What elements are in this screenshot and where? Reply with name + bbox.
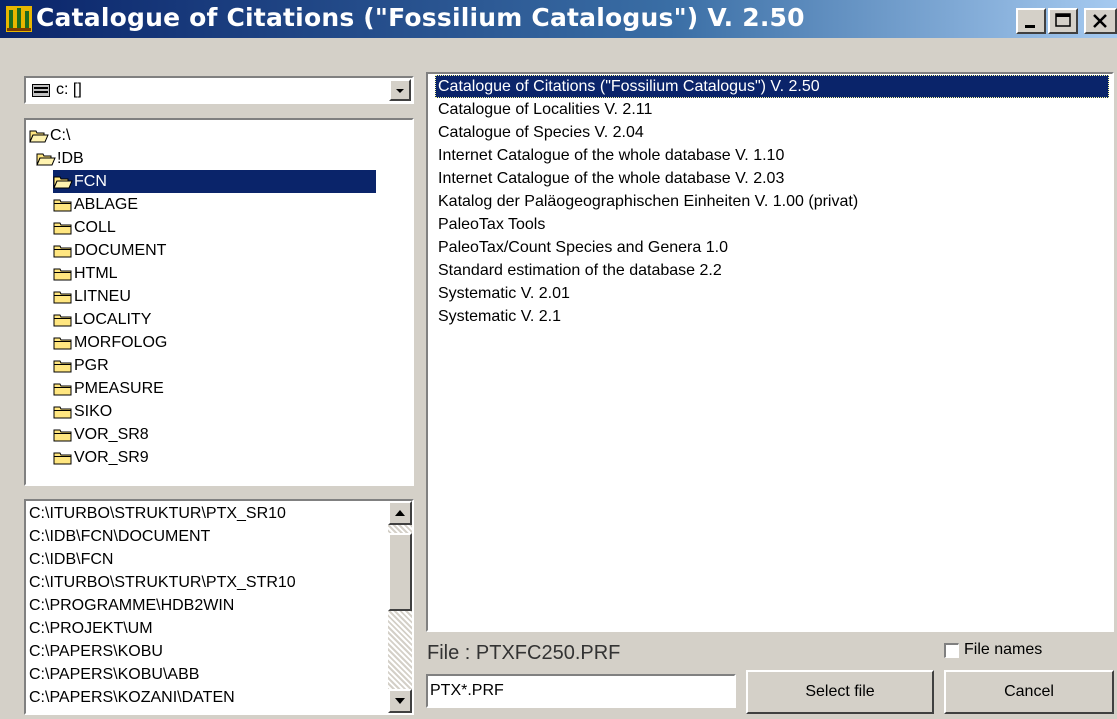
directory-item[interactable]: !DB: [36, 147, 376, 170]
folder-icon: [53, 337, 72, 350]
directory-item[interactable]: PGR: [53, 354, 376, 377]
directory-item-label: FCN: [74, 173, 107, 190]
minimize-button[interactable]: [1016, 8, 1046, 34]
program-item[interactable]: Catalogue of Citations ("Fossilium Catal…: [435, 75, 1109, 98]
checkbox-box[interactable]: [944, 643, 959, 658]
folder-icon: [53, 406, 72, 419]
title-bar[interactable]: Catalogue of Citations ("Fossilium Catal…: [0, 0, 1117, 38]
directory-item[interactable]: HTML: [53, 262, 376, 285]
folder-icon: [53, 199, 72, 212]
directory-item-label: VOR_SR9: [74, 449, 149, 466]
recent-path-item[interactable]: C:\IDB\FCN\DOCUMENT: [29, 526, 210, 548]
app-logo-icon: [6, 6, 32, 32]
program-item[interactable]: Catalogue of Localities V. 2.11: [435, 98, 655, 121]
open-folder-icon: [29, 130, 49, 143]
recent-path-item[interactable]: C:\ITURBO\STRUKTUR\PTX_STR10: [29, 572, 296, 594]
chevron-down-icon: [396, 89, 404, 93]
file-filter-field[interactable]: [426, 674, 736, 708]
arrow-up-icon: [395, 510, 405, 516]
close-button[interactable]: [1084, 8, 1117, 34]
directory-item[interactable]: DOCUMENT: [53, 239, 376, 262]
directory-item[interactable]: LITNEU: [53, 285, 376, 308]
folder-icon: [53, 452, 72, 465]
recent-path-item[interactable]: C:\PAPERS\KOBU: [29, 641, 163, 663]
file-names-label: File names: [964, 641, 1043, 658]
program-item[interactable]: PaleoTax/Count Species and Genera 1.0: [435, 236, 731, 259]
directory-item-label: COLL: [74, 219, 116, 236]
folder-icon: [53, 222, 72, 235]
directory-item[interactable]: C:\: [29, 124, 376, 147]
program-item[interactable]: Internet Catalogue of the whole database…: [435, 167, 787, 190]
directory-item-label: LOCALITY: [74, 311, 152, 328]
scroll-down-button[interactable]: [388, 689, 412, 713]
recent-path-item[interactable]: C:\ITURBO\STRUKTUR\PTX_SR10: [29, 503, 286, 525]
recent-path-item[interactable]: C:\IDB\FCN: [29, 549, 113, 571]
program-item[interactable]: Standard estimation of the database 2.2: [435, 259, 725, 282]
scroll-up-button[interactable]: [388, 501, 412, 525]
arrow-down-icon: [395, 698, 405, 704]
folder-icon: [53, 245, 72, 258]
file-filter-input[interactable]: [430, 678, 730, 704]
folder-icon: [53, 291, 72, 304]
directory-item[interactable]: MORFOLOG: [53, 331, 376, 354]
program-item[interactable]: Systematic V. 2.01: [435, 282, 573, 305]
directory-item[interactable]: PMEASURE: [53, 377, 376, 400]
directory-item-label: VOR_SR8: [74, 426, 149, 443]
directory-item[interactable]: SIKO: [53, 400, 376, 423]
directory-item-label: ABLAGE: [74, 196, 139, 213]
drive-dropdown-button[interactable]: [389, 79, 411, 101]
recent-path-item[interactable]: C:\PROJEKT\UM: [29, 618, 153, 640]
directory-item-label: SIKO: [74, 403, 113, 420]
program-list[interactable]: Catalogue of Citations ("Fossilium Catal…: [426, 72, 1114, 632]
program-item[interactable]: Internet Catalogue of the whole database…: [435, 144, 787, 167]
select-file-button[interactable]: Select file: [746, 670, 934, 714]
recent-paths-scrollbar[interactable]: [388, 501, 412, 713]
drive-select[interactable]: c: []: [24, 76, 414, 104]
open-folder-icon: [36, 153, 56, 166]
recent-path-item[interactable]: C:\PROGRAMME\HDB2WIN: [29, 595, 234, 617]
program-item[interactable]: Systematic V. 2.1: [435, 305, 564, 328]
directory-item-label: PMEASURE: [74, 380, 164, 397]
maximize-icon: [1055, 13, 1071, 27]
folder-icon: [53, 429, 72, 442]
program-item[interactable]: Katalog der Paläogeographischen Einheite…: [435, 190, 861, 213]
directory-item-label: HTML: [74, 265, 118, 282]
folder-icon: [53, 360, 72, 373]
drive-value: c: []: [56, 81, 82, 98]
scroll-thumb[interactable]: [388, 533, 412, 611]
close-icon: [1093, 14, 1107, 28]
directory-item[interactable]: VOR_SR9: [53, 446, 376, 469]
directory-tree[interactable]: C:\ !DB FCN ABLAGE COLL DOCUMENT HTML LITNEU LOC…: [24, 118, 414, 486]
directory-item-label: !DB: [57, 150, 84, 167]
folder-icon: [53, 383, 72, 396]
window-title: Catalogue of Citations ("Fossilium Catal…: [36, 3, 805, 32]
maximize-button[interactable]: [1048, 8, 1078, 34]
directory-item[interactable]: LOCALITY: [53, 308, 376, 331]
directory-item-label: DOCUMENT: [74, 242, 167, 259]
directory-item[interactable]: VOR_SR8: [53, 423, 376, 446]
cancel-button[interactable]: Cancel: [944, 670, 1114, 714]
file-label: File : PTXFC250.PRF: [427, 642, 621, 664]
recent-path-item[interactable]: C:\PAPERS\KOZANI\DATEN: [29, 687, 235, 709]
directory-item-label: MORFOLOG: [74, 334, 168, 351]
directory-item-label: PGR: [74, 357, 109, 374]
directory-item[interactable]: FCN: [53, 170, 376, 193]
minimize-icon: [1025, 25, 1035, 28]
program-item[interactable]: Catalogue of Species V. 2.04: [435, 121, 647, 144]
folder-icon: [53, 314, 72, 327]
directory-item[interactable]: COLL: [53, 216, 376, 239]
directory-item[interactable]: ABLAGE: [53, 193, 376, 216]
directory-item-label: C:\: [50, 127, 71, 144]
program-item[interactable]: PaleoTax Tools: [435, 213, 548, 236]
drive-icon: [32, 84, 50, 97]
directory-item-label: LITNEU: [74, 288, 131, 305]
recent-paths-list[interactable]: C:\ITURBO\STRUKTUR\PTX_SR10 C:\IDB\FCN\DO…: [24, 499, 414, 715]
open-folder-icon: [53, 176, 73, 189]
folder-icon: [53, 268, 72, 281]
recent-path-item[interactable]: C:\PAPERS\KOBU\ABB: [29, 664, 199, 686]
